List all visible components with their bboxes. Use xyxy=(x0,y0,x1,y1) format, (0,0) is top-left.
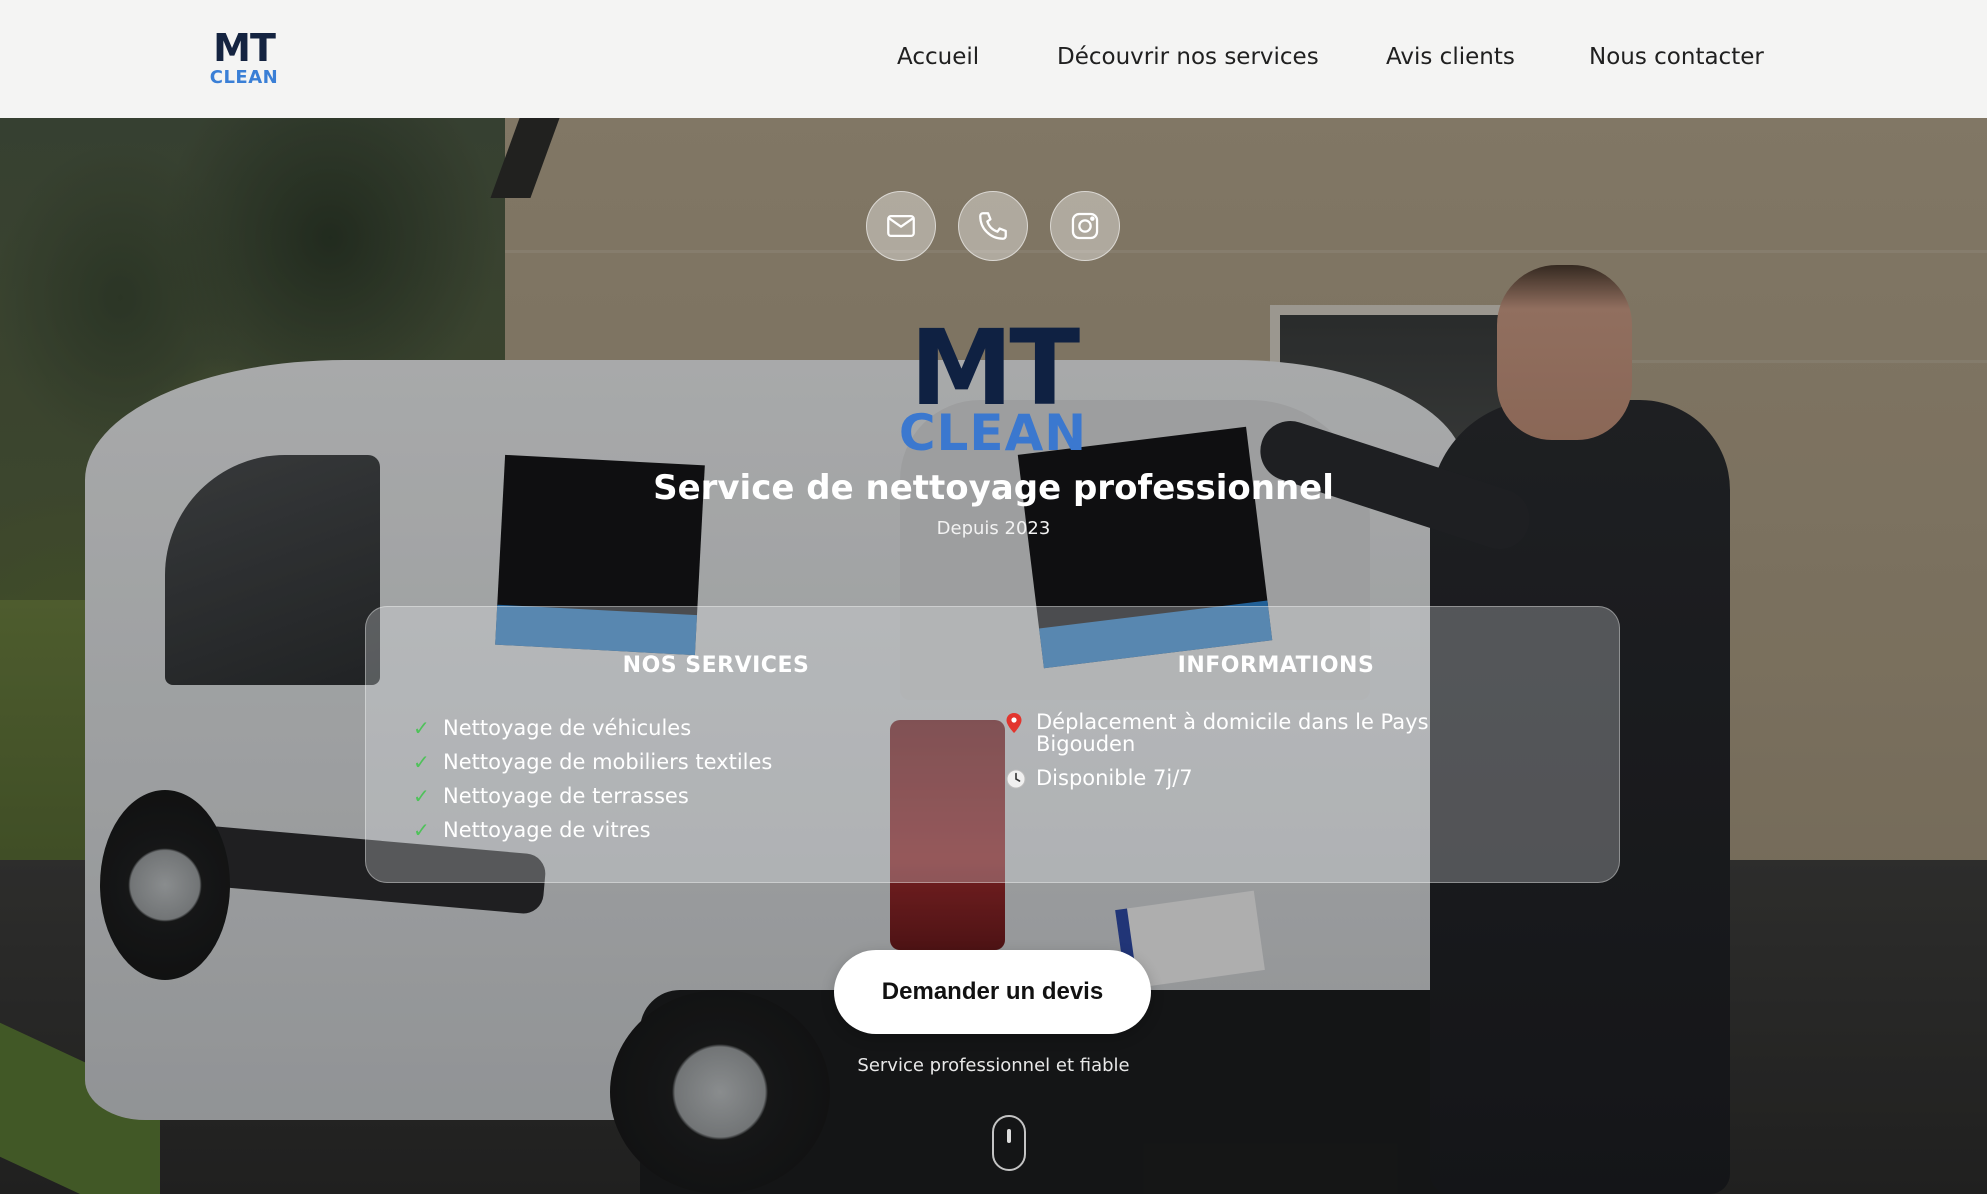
hero-title: Service de nettoyage professionnel xyxy=(653,468,1334,508)
service-label: Nettoyage de véhicules xyxy=(443,716,692,740)
check-icon: ✓ xyxy=(413,716,430,740)
check-icon: ✓ xyxy=(413,784,430,808)
list-item: ✓ Nettoyage de vitres xyxy=(413,813,772,847)
info-label: Déplacement à domicile dans le Pays Bigo… xyxy=(1036,710,1429,756)
social-links xyxy=(0,191,1987,261)
services-heading: NOS SERVICES xyxy=(622,653,810,678)
info-label: Disponible 7j/7 xyxy=(1036,766,1193,790)
check-icon: ✓ xyxy=(413,750,430,774)
hero-logo-clean: CLEAN xyxy=(898,404,1088,462)
nav-link-avis[interactable]: Avis clients xyxy=(1386,44,1515,70)
phone-button[interactable] xyxy=(958,191,1028,261)
list-item: ✓ Nettoyage de mobiliers textiles xyxy=(413,745,772,779)
site-header: MT CLEAN Accueil Découvrir nos services … xyxy=(0,0,1987,118)
list-item: Disponible 7j/7 xyxy=(1006,767,1486,795)
request-quote-button[interactable]: Demander un devis xyxy=(834,950,1151,1034)
check-icon: ✓ xyxy=(413,818,430,842)
services-info-panel: NOS SERVICES ✓ Nettoyage de véhicules ✓ Ne… xyxy=(365,606,1620,883)
services-list: ✓ Nettoyage de véhicules ✓ Nettoyage de mo… xyxy=(413,711,772,847)
info-heading: INFORMATIONS xyxy=(1177,653,1375,678)
scroll-down-indicator[interactable] xyxy=(992,1115,1026,1171)
mouse-wheel-icon xyxy=(1007,1129,1011,1143)
service-label: Nettoyage de terrasses xyxy=(443,784,689,808)
hero-logo: MT CLEAN xyxy=(893,307,1093,462)
nav-link-accueil[interactable]: Accueil xyxy=(897,44,979,70)
instagram-icon xyxy=(1071,212,1099,240)
cta-caption: Service professionnel et fiable xyxy=(857,1055,1130,1076)
hero-logo-mt: MT xyxy=(909,307,1080,429)
nav-link-services[interactable]: Découvrir nos services xyxy=(1057,44,1319,70)
instagram-button[interactable] xyxy=(1050,191,1120,261)
mail-button[interactable] xyxy=(866,191,936,261)
nav-link-contact[interactable]: Nous contacter xyxy=(1589,44,1764,70)
phone-icon xyxy=(979,212,1007,240)
list-item: ✓ Nettoyage de véhicules xyxy=(413,711,772,745)
clock-icon xyxy=(1006,767,1036,795)
service-label: Nettoyage de vitres xyxy=(443,818,651,842)
main-nav: Accueil Découvrir nos services Avis clie… xyxy=(0,44,1987,74)
hero-subtitle: Depuis 2023 xyxy=(936,518,1051,539)
list-item: Déplacement à domicile dans le Pays Bigo… xyxy=(1006,711,1486,755)
info-list: Déplacement à domicile dans le Pays Bigo… xyxy=(1006,711,1486,807)
list-item: ✓ Nettoyage de terrasses xyxy=(413,779,772,813)
mail-icon xyxy=(887,214,915,238)
service-label: Nettoyage de mobiliers textiles xyxy=(443,750,773,774)
location-pin-icon xyxy=(1006,711,1036,739)
